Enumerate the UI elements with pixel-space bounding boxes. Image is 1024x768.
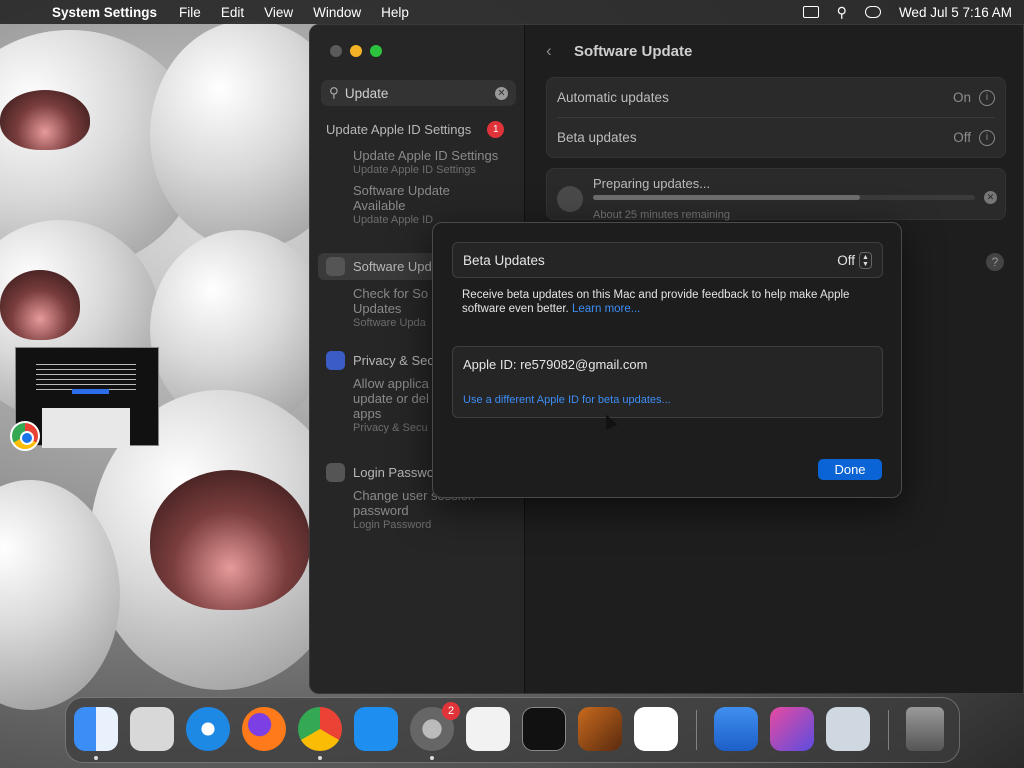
textedit-icon[interactable]	[466, 707, 510, 751]
running-indicator	[430, 756, 434, 760]
privacy-hand-icon	[326, 351, 345, 370]
running-indicator	[94, 756, 98, 760]
search-field[interactable]: ⚲ Update ✕	[321, 80, 516, 106]
running-indicator	[318, 756, 322, 760]
description-text: Receive beta updates on this Mac and pro…	[462, 289, 850, 315]
finder-icon[interactable]	[74, 707, 118, 751]
progress-fill	[593, 195, 861, 200]
launchpad-icon[interactable]	[130, 707, 174, 751]
row-label: Beta updates	[557, 130, 637, 145]
apple-id-box: Apple ID: re579082@gmail.com Use a diffe…	[452, 346, 883, 418]
progress-remaining: About 25 minutes remaining	[593, 209, 730, 221]
row-value: On	[952, 90, 971, 105]
sub-result[interactable]: Check for So Updates Software Upda	[353, 286, 443, 330]
dock: 2	[65, 697, 960, 763]
info-icon[interactable]: i	[979, 89, 995, 106]
settings-card: Automatic updates On i Beta updates Off …	[546, 77, 1006, 158]
gear-icon	[557, 186, 583, 212]
menu-app-name[interactable]: System Settings	[52, 5, 157, 20]
row-value: Off	[953, 130, 971, 145]
back-chevron-icon[interactable]: ‹	[546, 41, 552, 61]
apple-id-label: Apple ID: re579082@gmail.com	[463, 357, 648, 372]
info-icon[interactable]: i	[979, 129, 995, 146]
trash-icon[interactable]	[906, 707, 944, 751]
sub-result-subtitle: Privacy & Secu	[353, 422, 428, 434]
menu-view[interactable]: View	[264, 5, 293, 20]
search-result-update-apple-id[interactable]: Update Apple ID Settings 1 Update Apple …	[326, 121, 505, 227]
dock-separator	[888, 710, 889, 750]
beta-updates-popup[interactable]: Off ▲ ▼	[837, 251, 872, 269]
sub-result-title: Update Apple ID Settings	[353, 148, 499, 163]
shortcuts-icon[interactable]	[770, 707, 814, 751]
window-controls	[330, 45, 382, 57]
beta-updates-row[interactable]: Beta updates Off i	[547, 118, 1005, 157]
cancel-update-icon[interactable]: ✕	[984, 191, 997, 204]
beta-description: Receive beta updates on this Mac and pro…	[462, 288, 882, 316]
progress-bar	[593, 195, 975, 200]
menu-clock[interactable]: Wed Jul 5 7:16 AM	[899, 5, 1012, 20]
menu-window[interactable]: Window	[313, 5, 361, 20]
garageband-icon[interactable]	[578, 707, 622, 751]
menu-file[interactable]: File	[179, 5, 201, 20]
search-result-software-update[interactable]: Software Upd Check for So Updates Softwa…	[318, 253, 443, 330]
automatic-updates-row[interactable]: Automatic updates On i	[547, 78, 1005, 117]
zoom-button[interactable]	[370, 45, 382, 57]
firefox-icon[interactable]	[242, 707, 286, 751]
sub-result-title: Allow applica update or del apps	[353, 376, 429, 421]
search-icon: ⚲	[329, 85, 339, 100]
progress-card: Preparing updates... About 25 minutes re…	[546, 168, 1006, 221]
help-icon[interactable]: ?	[986, 253, 1004, 271]
menu-bar: System Settings File Edit View Window He…	[0, 0, 1024, 24]
search-result-privacy[interactable]: Privacy & Sec Allow applica update or de…	[326, 351, 443, 435]
sub-result[interactable]: Software Update Available Update Apple I…	[353, 183, 473, 227]
control-center-icon[interactable]	[864, 6, 881, 18]
lock-icon	[326, 463, 345, 482]
sub-result-title: Check for So Updates	[353, 286, 429, 316]
notification-badge: 1	[487, 121, 505, 138]
popup-value: Off	[837, 252, 855, 268]
result-title: Login Passwo	[353, 465, 434, 480]
result-title: Privacy & Sec	[353, 353, 434, 368]
sub-result-title: Software Update Available	[353, 183, 450, 213]
thumbnail-page-preview	[42, 408, 130, 448]
dock-separator	[696, 710, 697, 750]
app-store-icon[interactable]	[354, 707, 398, 751]
sub-result-subtitle: Update Apple ID Settings	[353, 164, 476, 176]
weather-icon[interactable]	[714, 707, 758, 751]
sub-result-subtitle: Software Upda	[353, 317, 426, 329]
safari-icon[interactable]	[186, 707, 230, 751]
close-button[interactable]	[330, 45, 342, 57]
sub-result[interactable]: Allow applica update or del apps Privacy…	[353, 376, 443, 435]
terminal-icon[interactable]	[522, 707, 566, 751]
sub-result[interactable]: Update Apple ID Settings Update Apple ID…	[353, 148, 504, 177]
preview-icon[interactable]	[826, 707, 870, 751]
spotlight-search-icon[interactable]: ⚲	[837, 4, 847, 21]
menu-help[interactable]: Help	[381, 5, 409, 20]
chrome-thumbnail-icon	[10, 421, 40, 451]
page-title: Software Update	[574, 43, 693, 60]
chrome-icon[interactable]	[298, 707, 342, 751]
minimize-button[interactable]	[350, 45, 362, 57]
result-title: Update Apple ID Settings	[326, 122, 472, 137]
different-apple-id-link[interactable]: Use a different Apple ID for beta update…	[463, 394, 671, 406]
updown-chevron-icon: ▲ ▼	[859, 251, 872, 269]
beta-updates-label: Beta Updates	[463, 252, 545, 268]
screen-mirroring-icon[interactable]	[802, 6, 819, 18]
progress-label: Preparing updates...	[593, 176, 711, 191]
row-label: Automatic updates	[557, 90, 669, 105]
beta-updates-control: Beta Updates Off ▲ ▼	[452, 242, 883, 278]
clear-search-icon[interactable]: ✕	[495, 86, 508, 100]
software-update-icon	[326, 257, 345, 276]
sub-result-subtitle: Login Password	[353, 519, 432, 531]
result-title: Software Upd	[353, 259, 432, 274]
system-settings-badge: 2	[442, 702, 460, 720]
search-input[interactable]: Update	[345, 86, 389, 101]
vscode-icon[interactable]	[634, 707, 678, 751]
thumbnail-button	[72, 389, 109, 394]
done-button[interactable]: Done	[818, 459, 882, 480]
beta-updates-sheet: Beta Updates Off ▲ ▼ Receive beta updates…	[432, 222, 902, 498]
menu-edit[interactable]: Edit	[221, 5, 244, 20]
learn-more-link[interactable]: Learn more...	[572, 303, 640, 315]
